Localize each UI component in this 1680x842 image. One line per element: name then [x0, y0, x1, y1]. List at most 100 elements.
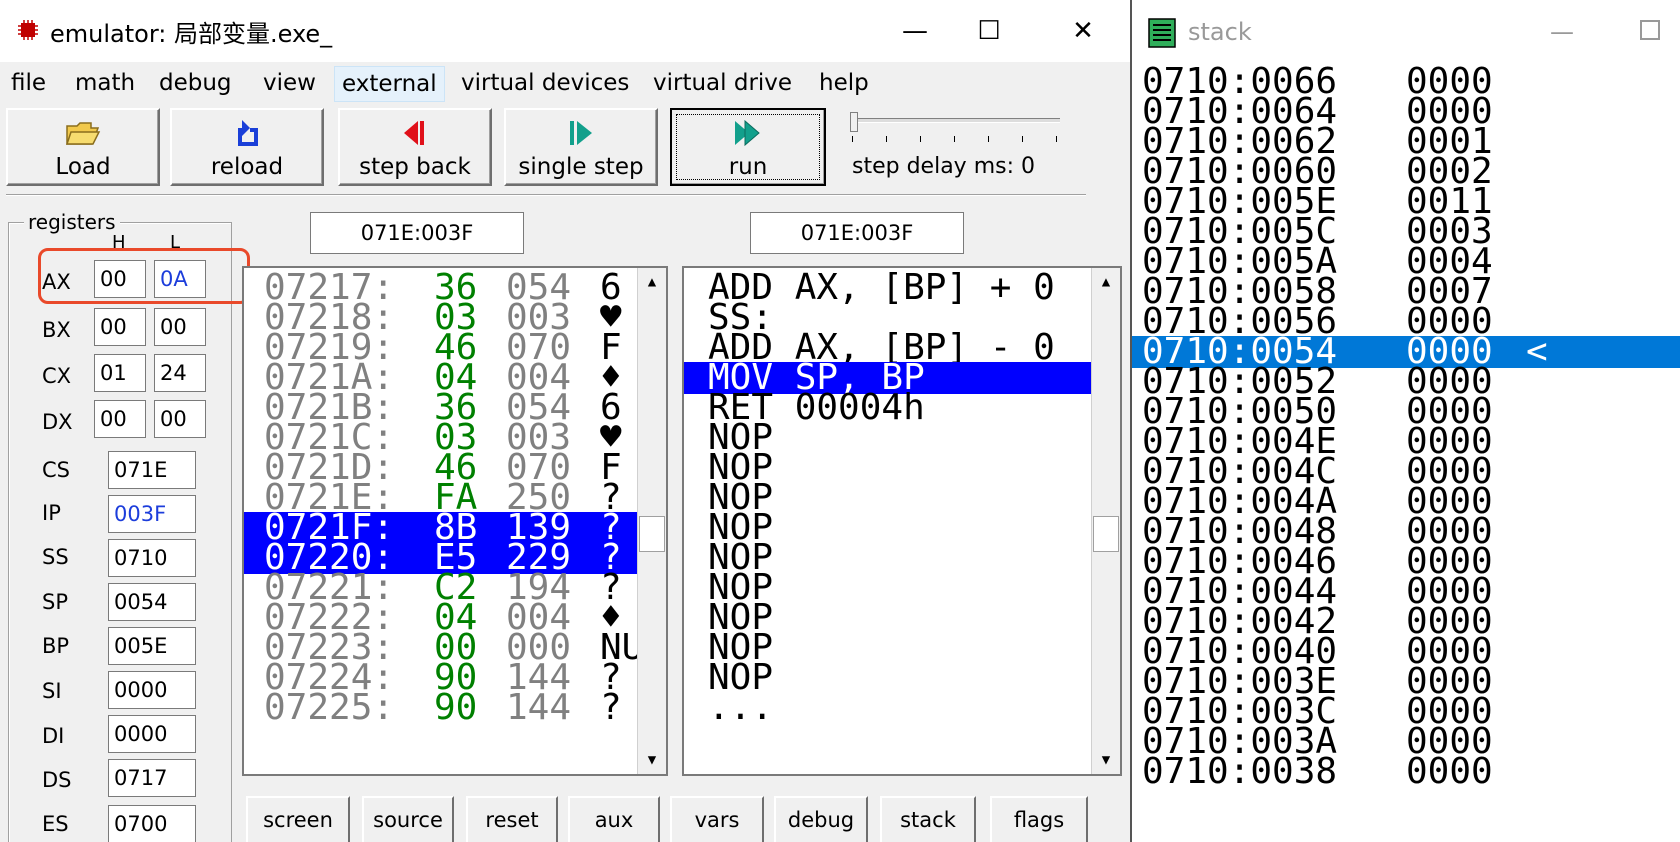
emulator-titlebar[interactable]: emulator: 局部变量.exe_ — ☐ ✕ — [0, 0, 1130, 62]
memory-scrollbar[interactable]: ▲ ▼ — [637, 268, 666, 774]
stack-address: 0710:0038 — [1142, 751, 1338, 792]
register-dx-label: DX — [42, 410, 73, 434]
source-button[interactable]: source — [362, 796, 454, 842]
stack-value: 0000 — [1406, 751, 1493, 792]
slider-tick — [988, 136, 989, 142]
folder-open-icon — [65, 122, 101, 145]
slider-track — [850, 118, 1060, 123]
scroll-thumb[interactable] — [1093, 516, 1119, 552]
memory-address: 07225: — [264, 687, 395, 728]
scroll-up-icon[interactable]: ▲ — [638, 268, 666, 296]
window-title: emulator: 局部变量.exe_ — [50, 20, 333, 48]
single-step-button[interactable]: single step — [504, 108, 658, 186]
stack-row[interactable]: 0710:0038 0000 — [1132, 751, 1680, 792]
single-step-icon — [570, 121, 592, 145]
register-bx-label: BX — [42, 318, 71, 342]
menu-debug[interactable]: debug — [152, 66, 239, 100]
register-cs-value[interactable]: 071E — [108, 451, 196, 489]
reload-button[interactable]: reload — [170, 108, 324, 186]
memory-row[interactable]: 07225: 90 144? — [244, 687, 644, 728]
memory-pane[interactable]: 07217: 36 054 6 07218: 03 003 ♥ 07219: 46 070 F 0721… — [242, 266, 668, 776]
slider-tick — [852, 136, 853, 142]
reset-button[interactable]: reset — [466, 796, 558, 842]
register-bp-label: BP — [42, 634, 70, 658]
step-delay-slider[interactable] — [850, 112, 1060, 152]
flags-button[interactable]: flags — [990, 796, 1088, 842]
scroll-thumb[interactable] — [639, 516, 665, 552]
scroll-up-icon[interactable]: ▲ — [1092, 268, 1120, 296]
stack-titlebar[interactable]: stack — — [1132, 0, 1680, 64]
step-back-label: step back — [359, 154, 471, 180]
menu-virtual-devices[interactable]: virtual devices — [454, 66, 636, 100]
reload-label: reload — [210, 154, 284, 180]
vars-button[interactable]: vars — [670, 796, 764, 842]
memory-address-input[interactable]: 071E:003F — [310, 212, 524, 254]
register-ip-value[interactable]: 003F — [108, 495, 196, 533]
register-es-label: ES — [42, 812, 69, 836]
menu-external[interactable]: external — [334, 66, 445, 102]
run-label: run — [728, 154, 768, 180]
instruction-text: ... — [708, 687, 774, 728]
stack-list[interactable]: 0710:0066 0000 0710:0064 0000 0710:0062 0001 0… — [1132, 61, 1680, 842]
memory-char-value: ? — [600, 687, 622, 728]
register-ss-label: SS — [42, 545, 69, 569]
register-bx-high[interactable]: 00 — [94, 308, 146, 346]
step-delay-label: step delay ms: 0 — [852, 154, 1035, 179]
register-cx-label: CX — [42, 364, 72, 388]
register-bp-value[interactable]: 005E — [108, 627, 196, 665]
screen-button[interactable]: screen — [246, 796, 350, 842]
menu-virtual-drive[interactable]: virtual drive — [646, 66, 799, 100]
disassembly-row[interactable]: ... — [684, 687, 1094, 728]
menu-view[interactable]: view — [256, 66, 323, 100]
close-icon: ✕ — [1072, 16, 1094, 46]
scroll-down-icon[interactable]: ▼ — [638, 746, 666, 774]
register-si-value[interactable]: 0000 — [108, 671, 196, 709]
minimize-icon[interactable]: — — [1550, 18, 1574, 46]
step-back-icon — [404, 121, 424, 145]
maximize-icon: ☐ — [977, 16, 1001, 46]
disassembly-pane[interactable]: ADD AX, [BP] + 0 SS: ADD AX, [BP] - 0 MOV S… — [682, 266, 1122, 776]
register-ss-value[interactable]: 0710 — [108, 539, 196, 577]
register-sp-value[interactable]: 0054 — [108, 583, 196, 621]
run-icon — [735, 119, 760, 147]
menu-math[interactable]: math — [68, 66, 142, 100]
maximize-button[interactable]: ☐ — [944, 0, 1034, 62]
toolbar-separator — [6, 194, 1086, 196]
chip-icon — [18, 20, 38, 40]
register-dx-high[interactable]: 00 — [94, 400, 146, 438]
maximize-icon[interactable] — [1640, 20, 1660, 40]
step-back-button[interactable]: step back — [338, 108, 492, 186]
register-es-value[interactable]: 0700 — [108, 805, 196, 842]
register-cx-low[interactable]: 24 — [154, 354, 206, 392]
register-dx-low[interactable]: 00 — [154, 400, 206, 438]
debug-button[interactable]: debug — [774, 796, 868, 842]
menu-help[interactable]: help — [812, 66, 876, 100]
emulator-window: emulator: 局部变量.exe_ — ☐ ✕ file math debu… — [0, 0, 1130, 842]
single-step-label: single step — [518, 154, 644, 180]
registers-legend: registers — [24, 210, 120, 234]
stack-window: stack — 0710:0066 0000 0710:0064 0000 0710:0… — [1130, 0, 1680, 842]
slider-tick — [1022, 136, 1023, 142]
memory-hex-value: 90 — [434, 687, 478, 728]
menu-file[interactable]: file — [4, 66, 53, 100]
stack-window-title: stack — [1188, 18, 1252, 46]
stack-button[interactable]: stack — [880, 796, 976, 842]
run-button[interactable]: run — [670, 108, 826, 186]
disassembly-scrollbar[interactable]: ▲ ▼ — [1091, 268, 1120, 774]
slider-thumb[interactable] — [850, 112, 858, 132]
register-cx-high[interactable]: 01 — [94, 354, 146, 392]
register-di-label: DI — [42, 724, 65, 748]
disasm-address-input[interactable]: 071E:003F — [750, 212, 964, 254]
register-sp-label: SP — [42, 590, 68, 614]
minimize-icon: — — [902, 16, 928, 46]
aux-button[interactable]: aux — [568, 796, 660, 842]
scroll-down-icon[interactable]: ▼ — [1092, 746, 1120, 774]
load-label: Load — [55, 154, 111, 180]
register-ds-label: DS — [42, 768, 72, 792]
register-bx-low[interactable]: 00 — [154, 308, 206, 346]
menu-bar: file math debug view external virtual de… — [0, 66, 1130, 102]
register-di-value[interactable]: 0000 — [108, 715, 196, 753]
register-ds-value[interactable]: 0717 — [108, 759, 196, 797]
load-button[interactable]: Load — [6, 108, 160, 186]
close-button[interactable]: ✕ — [1038, 0, 1128, 62]
